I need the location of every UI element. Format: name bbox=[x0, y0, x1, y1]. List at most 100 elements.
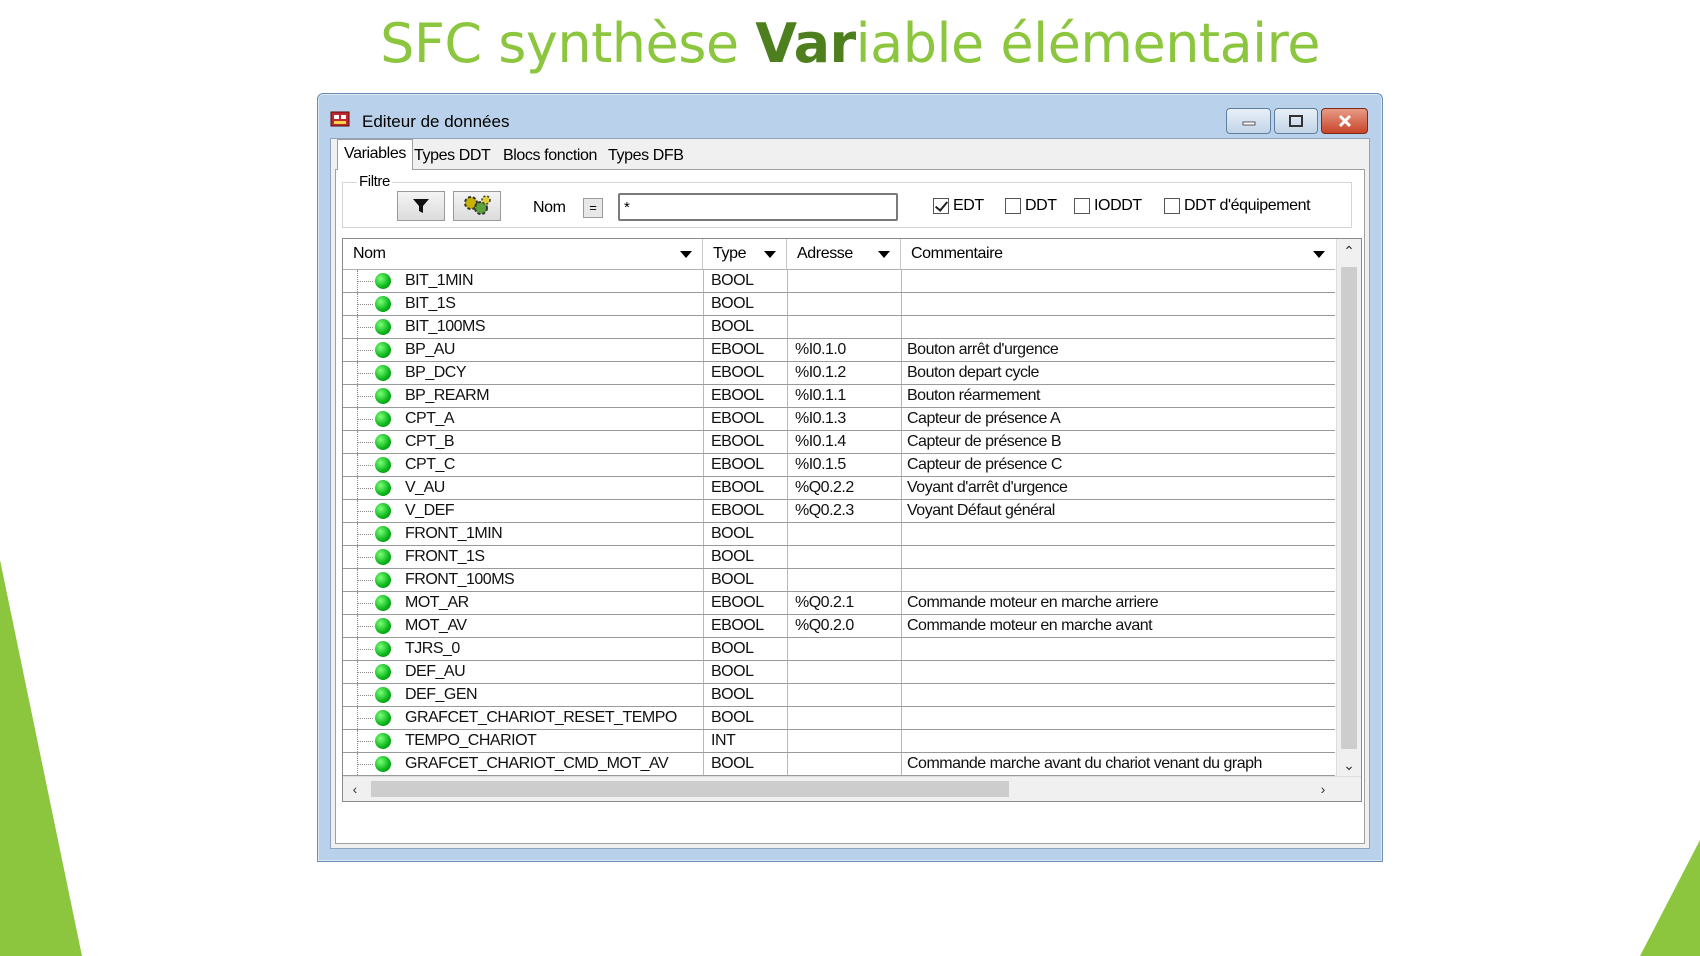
table-row[interactable]: BIT_100MS BOOL bbox=[343, 316, 1335, 339]
cell-name[interactable]: MOT_AV bbox=[405, 615, 695, 637]
column-header-adresse[interactable]: Adresse bbox=[787, 239, 901, 269]
cell-comment[interactable] bbox=[901, 569, 1331, 591]
cell-name[interactable]: GRAFCET_CHARIOT_CMD_MOT_AV bbox=[405, 753, 695, 775]
tab-types-ddt[interactable]: Types DDT bbox=[407, 143, 497, 169]
table-row[interactable]: BP_AU EBOOL %I0.1.0 Bouton arrêt d'urgence bbox=[343, 339, 1335, 362]
table-row[interactable]: DEF_AU BOOL bbox=[343, 661, 1335, 684]
cell-address[interactable]: %I0.1.1 bbox=[787, 385, 887, 407]
cell-type[interactable]: EBOOL bbox=[703, 615, 773, 637]
cell-type[interactable]: EBOOL bbox=[703, 339, 773, 361]
scroll-up-icon[interactable]: ⌃ bbox=[1337, 239, 1361, 263]
cell-comment[interactable] bbox=[901, 730, 1331, 752]
table-row[interactable]: MOT_AV EBOOL %Q0.2.0 Commande moteur en mar… bbox=[343, 615, 1335, 638]
cell-address[interactable]: %I0.1.5 bbox=[787, 454, 887, 476]
cell-address[interactable]: %I0.1.2 bbox=[787, 362, 887, 384]
new-row-name-cell[interactable] bbox=[399, 801, 701, 802]
cell-type[interactable]: EBOOL bbox=[703, 408, 773, 430]
cell-address[interactable] bbox=[787, 707, 887, 729]
table-row[interactable]: MOT_AR EBOOL %Q0.2.1 Commande moteur en mar… bbox=[343, 592, 1335, 615]
cell-type[interactable]: EBOOL bbox=[703, 454, 773, 476]
horizontal-scrollbar[interactable]: ‹ › bbox=[343, 776, 1361, 801]
table-row[interactable]: FRONT_1MIN BOOL bbox=[343, 523, 1335, 546]
table-row[interactable]: BP_DCY EBOOL %I0.1.2 Bouton depart cycle bbox=[343, 362, 1335, 385]
checkbox-ddt[interactable]: DDT bbox=[1005, 197, 1057, 215]
scroll-left-icon[interactable]: ‹ bbox=[343, 777, 367, 801]
table-row[interactable]: DEF_GEN BOOL bbox=[343, 684, 1335, 707]
cell-address[interactable] bbox=[787, 546, 887, 568]
cell-type[interactable]: EBOOL bbox=[703, 500, 773, 522]
table-row[interactable]: BIT_1S BOOL bbox=[343, 293, 1335, 316]
chevron-down-icon[interactable] bbox=[764, 251, 776, 258]
equals-toggle-button[interactable]: = bbox=[583, 198, 603, 218]
tab-types-dfb[interactable]: Types DFB bbox=[601, 143, 691, 169]
cell-name[interactable]: DEF_AU bbox=[405, 661, 695, 683]
cell-address[interactable] bbox=[787, 753, 887, 775]
scroll-right-icon[interactable]: › bbox=[1311, 777, 1335, 801]
cell-address[interactable] bbox=[787, 293, 887, 315]
cell-comment[interactable]: Commande moteur en marche arriere bbox=[901, 592, 1331, 614]
cell-name[interactable]: BP_DCY bbox=[405, 362, 695, 384]
checkbox-ddt-equipement-box[interactable] bbox=[1164, 198, 1180, 214]
table-row[interactable]: FRONT_100MS BOOL bbox=[343, 569, 1335, 592]
cell-comment[interactable] bbox=[901, 707, 1331, 729]
cell-name[interactable]: V_DEF bbox=[405, 500, 695, 522]
cell-address[interactable] bbox=[787, 638, 887, 660]
vertical-scroll-thumb[interactable] bbox=[1341, 267, 1357, 749]
cell-address[interactable] bbox=[787, 730, 887, 752]
cell-address[interactable]: %I0.1.3 bbox=[787, 408, 887, 430]
cell-address[interactable]: %Q0.2.1 bbox=[787, 592, 887, 614]
table-row[interactable]: BIT_1MIN BOOL bbox=[343, 270, 1335, 293]
chevron-down-icon[interactable] bbox=[878, 251, 890, 258]
title-bar[interactable]: Editeur de données bbox=[318, 94, 1382, 138]
cell-name[interactable]: CPT_B bbox=[405, 431, 695, 453]
cell-type[interactable]: INT bbox=[703, 730, 773, 752]
cell-comment[interactable]: Voyant d'arrêt d'urgence bbox=[901, 477, 1331, 499]
cell-name[interactable]: V_AU bbox=[405, 477, 695, 499]
chevron-down-icon[interactable] bbox=[680, 251, 692, 258]
table-row[interactable]: V_DEF EBOOL %Q0.2.3 Voyant Défaut général bbox=[343, 500, 1335, 523]
cell-type[interactable]: BOOL bbox=[703, 661, 773, 683]
cell-type[interactable]: BOOL bbox=[703, 707, 773, 729]
tab-blocs-fonction[interactable]: Blocs fonction bbox=[496, 143, 604, 169]
cell-address[interactable] bbox=[787, 270, 887, 292]
cell-name[interactable]: BIT_100MS bbox=[405, 316, 695, 338]
cell-type[interactable]: BOOL bbox=[703, 316, 773, 338]
cell-name[interactable]: MOT_AR bbox=[405, 592, 695, 614]
cell-comment[interactable]: Capteur de présence A bbox=[901, 408, 1331, 430]
cell-name[interactable]: BP_AU bbox=[405, 339, 695, 361]
table-row[interactable]: BP_REARM EBOOL %I0.1.1 Bouton réarmement bbox=[343, 385, 1335, 408]
cell-name[interactable]: CPT_C bbox=[405, 454, 695, 476]
cell-address[interactable] bbox=[787, 523, 887, 545]
cell-comment[interactable] bbox=[901, 293, 1331, 315]
table-row[interactable]: TJRS_0 BOOL bbox=[343, 638, 1335, 661]
cell-comment[interactable]: Bouton arrêt d'urgence bbox=[901, 339, 1331, 361]
cell-address[interactable]: %I0.1.0 bbox=[787, 339, 887, 361]
cell-address[interactable]: %Q0.2.2 bbox=[787, 477, 887, 499]
cell-comment[interactable] bbox=[901, 684, 1331, 706]
cell-name[interactable]: FRONT_1S bbox=[405, 546, 695, 568]
cell-name[interactable]: FRONT_1MIN bbox=[405, 523, 695, 545]
cell-type[interactable]: EBOOL bbox=[703, 431, 773, 453]
cell-address[interactable]: %Q0.2.0 bbox=[787, 615, 887, 637]
cell-type[interactable]: BOOL bbox=[703, 293, 773, 315]
checkbox-ddt-equipement[interactable]: DDT d'équipement bbox=[1164, 197, 1311, 215]
cell-address[interactable] bbox=[787, 661, 887, 683]
cell-address[interactable] bbox=[787, 684, 887, 706]
cell-comment[interactable] bbox=[901, 316, 1331, 338]
cell-name[interactable]: TJRS_0 bbox=[405, 638, 695, 660]
new-row-address-cell[interactable] bbox=[789, 801, 899, 802]
close-button[interactable] bbox=[1321, 108, 1368, 134]
cell-comment[interactable]: Commande marche avant du chariot venant … bbox=[901, 753, 1331, 775]
cell-comment[interactable]: Capteur de présence B bbox=[901, 431, 1331, 453]
cell-type[interactable]: EBOOL bbox=[703, 477, 773, 499]
table-row[interactable]: CPT_C EBOOL %I0.1.5 Capteur de présence C bbox=[343, 454, 1335, 477]
cell-address[interactable]: %Q0.2.3 bbox=[787, 500, 887, 522]
column-header-commentaire[interactable]: Commentaire bbox=[901, 239, 1335, 269]
cell-name[interactable]: CPT_A bbox=[405, 408, 695, 430]
cell-comment[interactable] bbox=[901, 661, 1331, 683]
cell-comment[interactable]: Bouton depart cycle bbox=[901, 362, 1331, 384]
cell-type[interactable]: BOOL bbox=[703, 638, 773, 660]
new-row-type-cell[interactable] bbox=[705, 801, 785, 802]
tab-variables[interactable]: Variables bbox=[337, 139, 413, 170]
scroll-down-icon[interactable]: ⌄ bbox=[1337, 753, 1361, 777]
